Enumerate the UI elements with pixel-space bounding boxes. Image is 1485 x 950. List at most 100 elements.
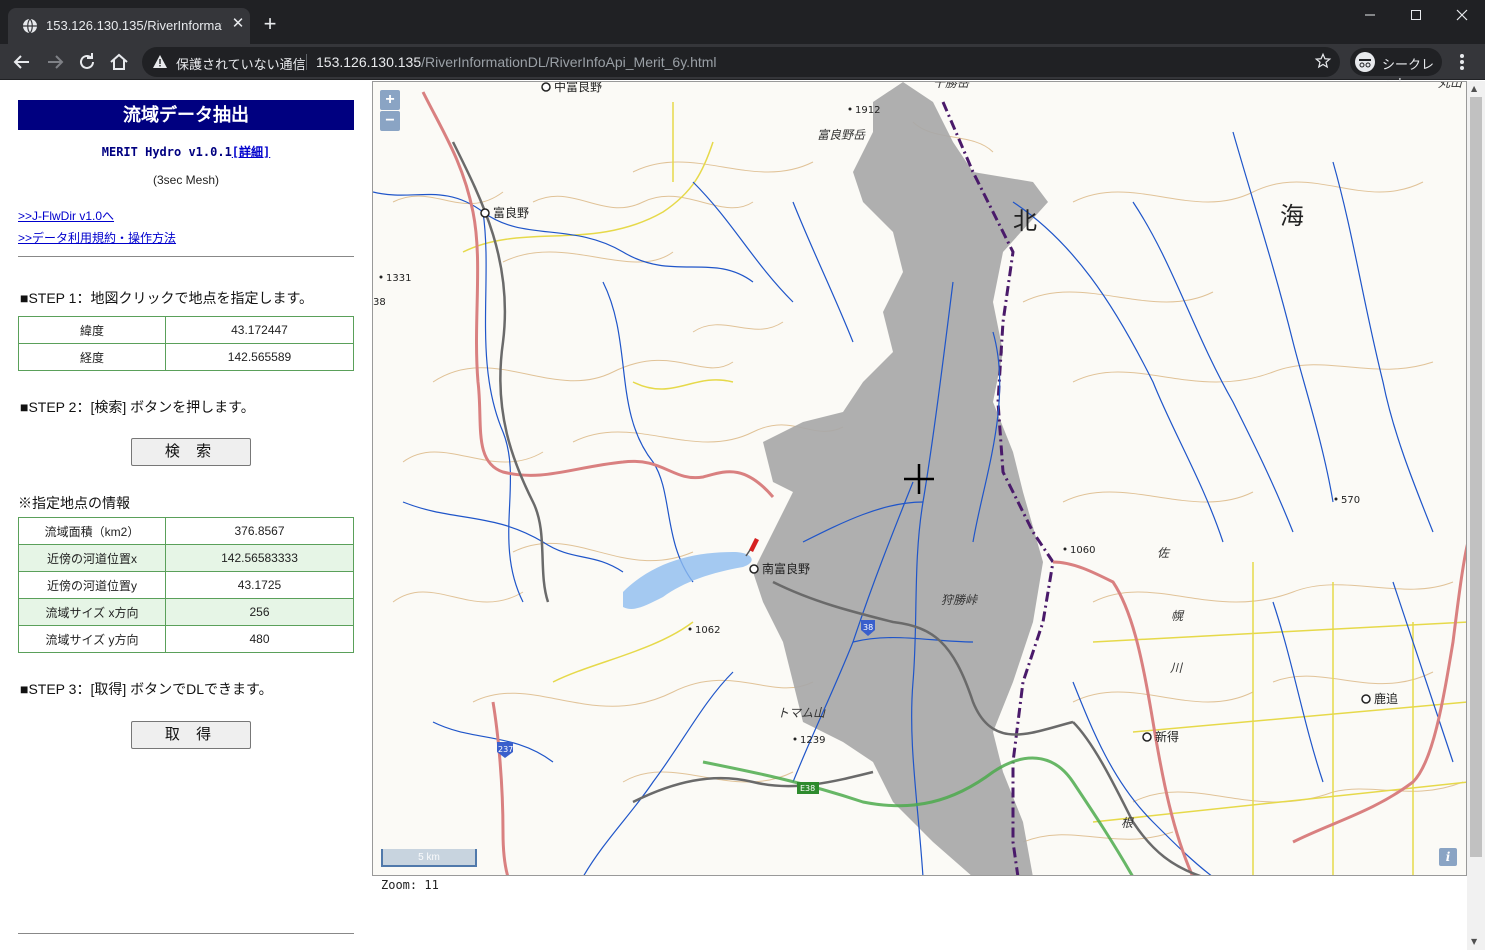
scroll-down-icon[interactable]: ▼ [1471,937,1477,946]
map-label-nakafurano: 中富良野 [554,82,602,94]
minimize-icon [1365,14,1375,16]
basin-info-table: 流域面積（km2） 376.8567 近傍の河道位置x 142.56583333 近… [18,517,354,653]
jflwdir-link[interactable]: >>J-FlwDir v1.0へ [18,207,114,224]
minimize-button[interactable] [1347,2,1393,30]
control-panel: 流域データ抽出 MERIT Hydro v1.0.1[詳細] (3sec Mes… [0,81,372,950]
dataset-subtitle: MERIT Hydro v1.0.1[詳細] [18,143,354,160]
close-window-button[interactable] [1439,2,1485,30]
search-button[interactable]: 検 索 [131,438,251,466]
security-label: 保護されていない通信 [176,57,306,72]
divider [18,256,354,257]
elevation-38: 38 [373,297,386,308]
basin-area-label: 流域面積（km2） [18,517,166,545]
scale-bar: 5 km [381,849,477,867]
page: 流域データ抽出 MERIT Hydro v1.0.1[詳細] (3sec Mes… [0,81,1485,950]
map-label-shintoku: 新得 [1155,729,1179,744]
url-path: /RiverInformationDL/RiverInfoApi_Merit_6… [421,54,717,70]
home-icon[interactable] [107,50,131,74]
terms-link[interactable]: >>データ利用規約・操作方法 [18,229,176,246]
table-row: 経度 142.565589 [18,343,354,371]
dataset-name: MERIT Hydro v1.0.1 [101,145,232,159]
size-y-value: 480 [165,625,354,653]
longitude-value: 142.565589 [165,343,354,371]
maximize-button[interactable] [1393,2,1439,30]
address-bar[interactable]: 保護されていない通信 153.126.130.135/RiverInformat… [142,47,1340,77]
latitude-label: 緯度 [18,316,166,344]
elevation-1060: 1060 [1070,545,1095,556]
coordinates-table: 緯度 43.172447 経度 142.565589 [18,316,354,371]
close-tab-icon[interactable]: ✕ [228,14,248,34]
map-label-tokachidake: 十勝岳 [933,82,970,90]
incognito-badge[interactable]: シークレット [1350,48,1442,91]
step1-text: ■STEP 1：地図クリックで地点を指定します。 [20,290,314,306]
map-label-shikaoi: 鹿追 [1374,691,1398,706]
scroll-up-icon[interactable]: ▲ [1471,84,1477,93]
forward-arrow-icon[interactable] [43,50,67,74]
table-row: 流域面積（km2） 376.8567 [18,517,354,545]
table-row: 流域サイズ y方向 480 [18,625,354,653]
river-y-label: 近傍の河道位置y [18,571,166,599]
map-label-ne: 根 [1121,816,1134,830]
watershed-basin [753,82,1048,875]
tab-title: 153.126.130.135/RiverInformatio [46,18,222,33]
table-row: 緯度 43.172447 [18,316,354,344]
map-label-furanodake: 富良野岳 [817,128,866,142]
url-host: 153.126.130.135 [316,54,422,70]
map-label-kita: 北 [1013,207,1037,235]
map-view[interactable]: 中富良野 富良野 南富良野 新得 鹿追 富良野岳 狩勝峠 トマム山 十勝岳 丸山… [372,81,1467,876]
zoom-level-text: Zoom: 11 [381,878,439,892]
zoom-in-button[interactable]: + [380,90,400,110]
river-x-value: 142.56583333 [165,544,354,572]
table-row: 近傍の河道位置x 142.56583333 [18,544,354,572]
map-label-sa: 佐 [1157,546,1171,560]
url-text[interactable]: 153.126.130.135/RiverInformationDL/River… [316,54,717,70]
elevation-1331: 1331 [386,273,411,284]
get-button[interactable]: 取 得 [131,721,251,749]
map-label-maru: 丸山 [1438,82,1463,90]
back-arrow-icon[interactable] [10,50,34,74]
globe-icon [23,18,37,34]
browser-titlebar: 153.126.130.135/RiverInformatio ✕ + [0,0,1485,44]
size-x-label: 流域サイズ x方向 [18,598,166,626]
zoom-out-button[interactable]: − [380,111,400,131]
reload-icon[interactable] [75,50,99,74]
longitude-label: 経度 [18,343,166,371]
elevation-1912: 1912 [855,105,880,116]
size-x-value: 256 [165,598,354,626]
route-237-shield: 237 [498,745,513,754]
page-scrollbar[interactable]: ▲ ▼ [1467,81,1485,950]
map-label-kawa: 川 [1170,661,1184,675]
details-link[interactable]: [詳細] [232,145,270,159]
map-label-karikachi: 狩勝峠 [941,593,979,607]
river-y-value: 43.1725 [165,571,354,599]
pin-marker-icon [745,538,759,557]
browser-tab[interactable]: 153.126.130.135/RiverInformatio ✕ [8,8,250,44]
basin-area-value: 376.8567 [165,517,354,545]
bottom-divider [18,933,354,934]
elevation-1062: 1062 [695,625,720,636]
mesh-label: (3sec Mesh) [152,173,220,187]
latitude-value: 43.172447 [165,316,354,344]
new-tab-button[interactable]: + [258,12,282,36]
scrollbar-thumb[interactable] [1470,97,1482,857]
map-canvas[interactable]: 中富良野 富良野 南富良野 新得 鹿追 富良野岳 狩勝峠 トマム山 十勝岳 丸山… [373,82,1467,876]
table-row: 近傍の河道位置y 43.1725 [18,571,354,599]
bookmark-star-icon[interactable] [1314,52,1332,70]
step3-text: ■STEP 3：[取得] ボタンでDLできます。 [20,681,273,697]
elevation-570: 570 [1341,495,1360,506]
size-y-label: 流域サイズ y方向 [18,625,166,653]
browser-toolbar: 保護されていない通信 153.126.130.135/RiverInformat… [0,44,1485,91]
warning-icon[interactable] [152,54,168,70]
map-label-tomamu: トマム山 [777,706,826,720]
river-x-label: 近傍の河道位置x [18,544,166,572]
omnibox-divider [306,54,307,70]
map-label-horo: 幌 [1171,609,1185,623]
kebab-menu-icon[interactable] [1452,50,1472,74]
info-heading: ※指定地点の情報 [18,495,130,511]
page-title: 流域データ抽出 [18,100,354,130]
map-label-minamifurano: 南富良野 [762,561,810,576]
elevation-1239: 1239 [800,735,825,746]
map-label-furano: 富良野 [493,205,529,220]
attribution-info-button[interactable]: i [1439,848,1457,866]
expressway-e38-shield: E38 [800,784,815,793]
